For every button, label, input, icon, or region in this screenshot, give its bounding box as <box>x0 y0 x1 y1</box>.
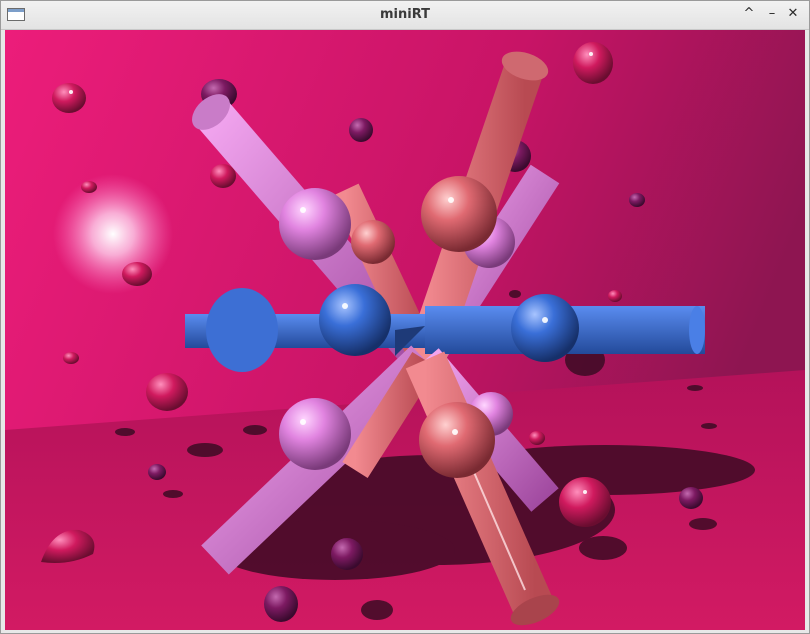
sphere <box>148 464 166 480</box>
sphere <box>331 538 363 570</box>
render-viewport[interactable] <box>5 30 805 630</box>
minimize-button[interactable]: – <box>764 6 780 22</box>
app-window: miniRT ^ – ✕ <box>0 0 810 634</box>
sphere <box>559 477 611 527</box>
sphere <box>573 42 613 84</box>
joint-sphere <box>511 294 579 362</box>
sphere <box>63 352 79 364</box>
sphere <box>629 193 645 207</box>
sphere <box>349 118 373 142</box>
joint-sphere <box>421 176 497 252</box>
maximize-button[interactable]: ^ <box>741 6 757 22</box>
sphere <box>122 262 152 286</box>
sphere <box>52 83 86 113</box>
title-bar[interactable]: miniRT ^ – ✕ <box>1 1 809 30</box>
sphere <box>264 586 298 622</box>
light-glow <box>53 174 173 294</box>
raytraced-scene <box>5 30 805 630</box>
sphere <box>81 181 97 193</box>
sphere <box>146 373 188 411</box>
sphere <box>608 290 622 302</box>
joint-sphere <box>279 398 351 470</box>
sphere <box>529 431 545 445</box>
close-button[interactable]: ✕ <box>785 6 801 22</box>
window-title: miniRT <box>379 7 430 22</box>
sphere <box>210 164 236 188</box>
sphere <box>679 487 703 509</box>
joint-sphere <box>319 284 391 356</box>
joint-sphere <box>279 188 351 260</box>
joint-sphere <box>351 220 395 264</box>
joint-sphere <box>419 402 495 478</box>
